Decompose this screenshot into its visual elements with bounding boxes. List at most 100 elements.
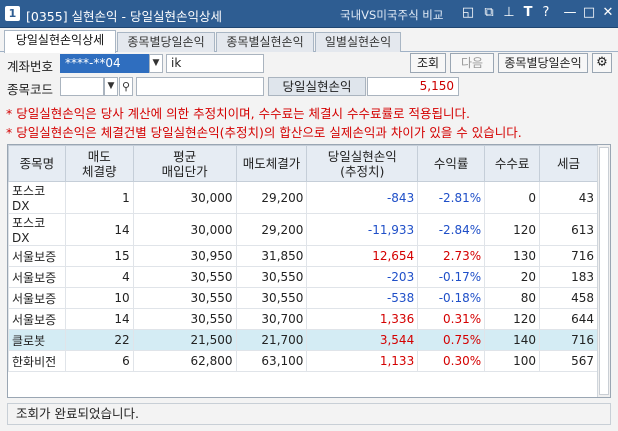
cell-sell-qty: 14	[64, 308, 134, 330]
layout-icon[interactable]: ◱	[460, 5, 476, 21]
cell-name: 한화비전	[8, 350, 66, 372]
table-row[interactable]: 클로봇 22 21,500 21,700 3,544 0.75% 140 716	[8, 329, 598, 351]
cell-sell-qty: 10	[64, 287, 134, 309]
cell-avg-price: 30,550	[132, 266, 237, 288]
account-dropdown-button[interactable]: ▼	[149, 54, 163, 73]
table-row[interactable]: 서울보증 4 30,550 30,550 -203 -0.17% 20 183	[8, 266, 598, 288]
cell-sell-price: 29,200	[235, 181, 308, 214]
cell-fee: 80	[484, 287, 541, 309]
table-row[interactable]: 서울보증 14 30,550 30,700 1,336 0.31% 120 644	[8, 308, 598, 330]
pin-icon[interactable]: ⊥	[501, 5, 517, 21]
scrollbar-thumb[interactable]	[599, 147, 609, 395]
cell-sell-qty: 4	[64, 266, 134, 288]
status-text: 조회가 완료되었습니다.	[16, 406, 139, 421]
col-header-tax[interactable]: 세금	[539, 145, 598, 182]
cell-fee: 100	[484, 350, 541, 372]
cell-realized-pnl: 1,133	[306, 350, 419, 372]
cell-fee: 130	[484, 245, 541, 267]
header-text: 매도 체결량	[82, 148, 117, 179]
cell-return-rate: 0.30%	[417, 350, 486, 372]
cell-return-rate: 2.73%	[417, 245, 486, 267]
account-label: 계좌번호	[7, 59, 54, 74]
realized-pnl-grid[interactable]: 종목명 매도 체결량 평균 매입단가 매도체결가 당일실현손익 (추정치) 수익…	[7, 144, 611, 398]
col-header-return-rate[interactable]: 수익률	[417, 145, 486, 182]
stock-code-label: 종목코드	[7, 82, 54, 97]
cell-fee: 140	[484, 329, 541, 351]
col-header-sell-qty[interactable]: 매도 체결량	[64, 145, 134, 182]
header-text: 매도체결가	[242, 156, 301, 171]
cell-realized-pnl: -843	[306, 181, 419, 214]
copy-window-icon[interactable]: ⧉	[481, 5, 497, 21]
cell-avg-price: 30,550	[132, 287, 237, 309]
cell-name: 클로봇	[8, 329, 66, 351]
cell-return-rate: -2.84%	[417, 213, 486, 246]
table-row[interactable]: 포스코DX 14 30,000 29,200 -11,933 -2.84% 120 613	[8, 213, 598, 246]
cell-realized-pnl: -203	[306, 266, 419, 288]
maximize-icon[interactable]: □	[581, 5, 597, 21]
daily-pnl-by-item-button[interactable]: 종목별당일손익	[498, 53, 588, 73]
window-number-badge: 1	[5, 6, 20, 21]
next-button[interactable]: 다음	[450, 53, 494, 73]
query-button[interactable]: 조회	[410, 53, 446, 73]
cell-tax: 644	[539, 308, 598, 330]
header-text: 세금	[557, 156, 581, 171]
cell-tax: 613	[539, 213, 598, 246]
minimize-icon[interactable]: —	[562, 5, 578, 21]
stock-name-field[interactable]	[136, 77, 264, 96]
col-header-name[interactable]: 종목명	[8, 145, 66, 182]
account-name-field[interactable]: ik	[166, 54, 264, 73]
cell-name: 서울보증	[8, 245, 66, 267]
font-size-icon[interactable]: T	[520, 5, 536, 21]
close-icon[interactable]: ✕	[600, 5, 616, 21]
table-row[interactable]: 서울보증 10 30,550 30,550 -538 -0.18% 80 458	[8, 287, 598, 309]
compare-link[interactable]: 국내VS미국주식 비교	[340, 7, 443, 23]
realized-pnl-value: 5,150	[367, 77, 459, 96]
search-icon[interactable]: ⚲	[119, 77, 133, 96]
cell-name: 포스코DX	[8, 213, 66, 246]
cell-return-rate: 0.75%	[417, 329, 486, 351]
cell-sell-qty: 22	[64, 329, 134, 351]
account-number-field[interactable]: ****-**04	[60, 54, 149, 73]
cell-sell-qty: 6	[64, 350, 134, 372]
realized-pnl-label: 당일실현손익	[268, 77, 366, 96]
cell-tax: 567	[539, 350, 598, 372]
col-header-realized-pnl[interactable]: 당일실현손익 (추정치)	[306, 145, 419, 182]
cell-fee: 120	[484, 308, 541, 330]
gear-icon[interactable]: ⚙	[592, 53, 612, 73]
help-icon[interactable]: ?	[538, 5, 554, 21]
stock-code-field[interactable]	[60, 77, 104, 96]
tab-daily-realized-detail[interactable]: 당일실현손익상세	[4, 30, 116, 53]
cell-realized-pnl: 1,336	[306, 308, 419, 330]
col-header-avg-price[interactable]: 평균 매입단가	[132, 145, 237, 182]
vertical-scrollbar[interactable]	[597, 145, 610, 397]
col-header-sell-price[interactable]: 매도체결가	[235, 145, 308, 182]
cell-avg-price: 30,950	[132, 245, 237, 267]
header-text: 수수료	[494, 156, 530, 171]
table-row[interactable]: 한화비전 6 62,800 63,100 1,133 0.30% 100 567	[8, 350, 598, 372]
cell-sell-price: 30,550	[235, 266, 308, 288]
cell-return-rate: -2.81%	[417, 181, 486, 214]
table-row[interactable]: 서울보증 15 30,950 31,850 12,654 2.73% 130 716	[8, 245, 598, 267]
stock-code-dropdown-button[interactable]: ▼	[104, 77, 118, 96]
notice-line-1: * 당일실현손익은 당사 계산에 의한 추정치이며, 수수료는 체결시 수수료률…	[6, 106, 470, 121]
cell-name: 서울보증	[8, 287, 66, 309]
status-bar: 조회가 완료되었습니다.	[7, 403, 611, 425]
table-row[interactable]: 포스코DX 1 30,000 29,200 -843 -2.81% 0 43	[8, 181, 598, 214]
window-title: [0355] 실현손익 - 당일실현손익상세	[26, 9, 222, 24]
cell-avg-price: 30,000	[132, 213, 237, 246]
cell-sell-qty: 14	[64, 213, 134, 246]
tab-daily-realized-pnl[interactable]: 일별실현손익	[315, 32, 401, 52]
cell-return-rate: -0.17%	[417, 266, 486, 288]
cell-avg-price: 62,800	[132, 350, 237, 372]
tab-realized-pnl-by-item[interactable]: 종목별실현손익	[216, 32, 314, 52]
cell-fee: 120	[484, 213, 541, 246]
cell-tax: 716	[539, 245, 598, 267]
cell-realized-pnl: -538	[306, 287, 419, 309]
col-header-fee[interactable]: 수수료	[484, 145, 541, 182]
cell-avg-price: 30,000	[132, 181, 237, 214]
header-text: 종목명	[19, 156, 55, 171]
header-text: 수익률	[433, 156, 469, 171]
tab-daily-pnl-by-item[interactable]: 종목별당일손익	[117, 32, 215, 52]
tab-bar: 당일실현손익상세 종목별당일손익 종목별실현손익 일별실현손익	[0, 29, 618, 53]
cell-name: 포스코DX	[8, 181, 66, 214]
